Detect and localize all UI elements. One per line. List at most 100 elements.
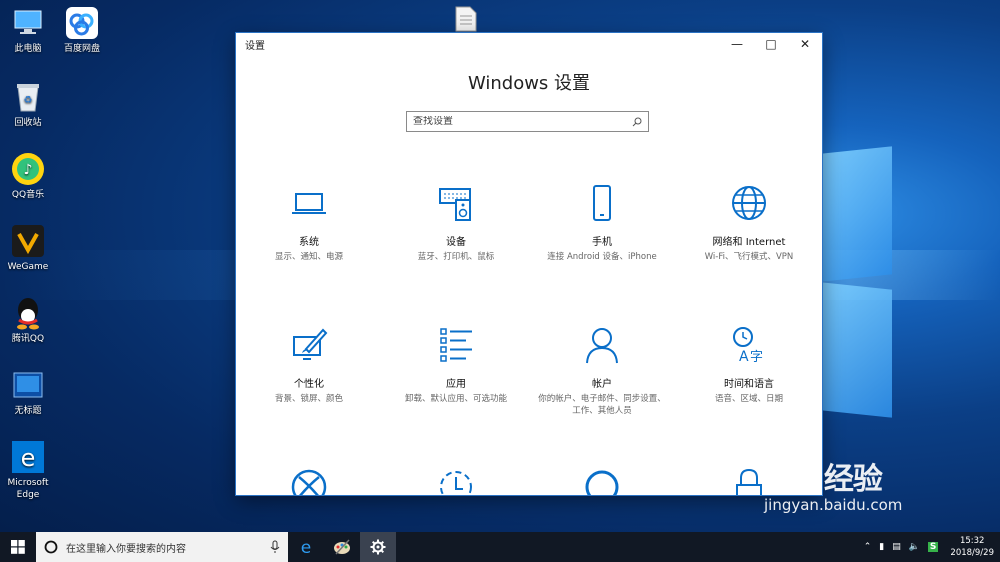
apps-list-icon <box>440 328 472 362</box>
lock-icon <box>736 468 762 495</box>
search-input[interactable] <box>413 116 632 127</box>
category-title: 设备 <box>446 237 466 248</box>
category-time-language[interactable]: A字 时间和语言 语音、区域、日期 <box>676 325 822 405</box>
desktop-icon-edge[interactable]: e Microsoft Edge <box>0 440 56 501</box>
microphone-icon[interactable] <box>270 540 280 554</box>
category-desc: 显示、通知、电源 <box>274 252 343 262</box>
svg-text:♪: ♪ <box>24 162 33 178</box>
clock-date: 2018/9/29 <box>950 548 994 558</box>
cortana-icon <box>585 470 619 495</box>
search-icon <box>632 117 642 126</box>
desktop-icon-untitled[interactable]: 无标题 <box>0 368 56 417</box>
time-language-icon: A字 <box>733 327 763 365</box>
document-file-icon[interactable] <box>455 6 477 32</box>
minimize-button[interactable]: — <box>720 37 754 51</box>
category-desc: 卸载、默认应用、可选功能 <box>404 394 507 404</box>
window-titlebar[interactable]: 设置 — □ ✕ <box>236 33 822 55</box>
category-apps[interactable]: 应用 卸载、默认应用、可选功能 <box>383 325 529 405</box>
chevron-up-icon[interactable]: ⌃ <box>864 542 872 552</box>
desktop-icon-label: Microsoft Edge <box>7 478 49 500</box>
desktop-icon-qq[interactable]: 腾讯QQ <box>0 296 56 345</box>
baidu-netdisk-icon <box>66 7 98 39</box>
category-desc: 语音、区域、日期 <box>714 394 783 404</box>
desktop-icon-label: QQ音乐 <box>11 190 45 200</box>
input-method-icon[interactable]: S <box>927 542 939 552</box>
desktop-icon-this-pc[interactable]: 此电脑 <box>0 6 56 55</box>
svg-text:字: 字 <box>750 350 763 365</box>
category-desc: 背景、锁屏、颜色 <box>274 394 343 404</box>
qq-icon <box>17 298 39 330</box>
category-title: 帐户 <box>592 379 612 390</box>
settings-search-box[interactable] <box>406 111 649 132</box>
xbox-icon <box>291 469 327 495</box>
category-system[interactable]: 系统 显示、通知、电源 <box>236 183 382 263</box>
category-desc: 蓝牙、打印机、鼠标 <box>417 252 495 262</box>
qq-music-icon: ♪ <box>12 153 44 185</box>
category-desc: 连接 Android 设备、iPhone <box>547 252 657 262</box>
windows-logo-icon <box>11 540 25 554</box>
devices-icon <box>439 188 471 221</box>
computer-icon <box>14 10 42 34</box>
volume-icon[interactable]: 🔈 <box>909 542 920 552</box>
category-desc: 你的帐户、电子邮件、同步设置、工作、其他人员 <box>538 394 666 416</box>
desktop-icon-wegame[interactable]: WeGame <box>0 224 56 273</box>
phone-icon <box>593 185 611 221</box>
desktop-icon-baidu-netdisk[interactable]: 百度网盘 <box>54 6 110 55</box>
laptop-icon <box>292 193 326 214</box>
svg-text:e: e <box>301 538 311 556</box>
desktop-icon-label: WeGame <box>7 262 49 272</box>
taskbar: 在这里输入你要搜索的内容 e ⌃ ▮ ▤ 🔈 S 15:32 2018/9/29 <box>0 532 1000 562</box>
baidu-jingyan-watermark: Bai 经验 jingyan.baidu.com <box>764 454 902 514</box>
watermark-url: jingyan.baidu.com <box>764 496 903 514</box>
taskbar-search-box[interactable]: 在这里输入你要搜索的内容 <box>36 532 288 562</box>
category-title: 个性化 <box>294 379 324 390</box>
category-network[interactable]: 网络和 Internet Wi-Fi、飞行模式、VPN <box>676 183 822 263</box>
recycle-bin-icon: ♻ <box>17 84 39 112</box>
ease-of-access-icon <box>440 471 472 495</box>
wegame-icon <box>12 225 44 257</box>
maximize-button[interactable]: □ <box>754 37 788 51</box>
taskbar-edge-button[interactable]: e <box>288 532 324 562</box>
gear-icon <box>370 539 386 555</box>
desktop-icon-recycle-bin[interactable]: ♻ 回收站 <box>0 80 56 129</box>
taskbar-search-text: 在这里输入你要搜索的内容 <box>66 543 186 555</box>
category-title: 时间和语言 <box>724 379 774 390</box>
edge-icon: e <box>12 441 44 473</box>
desktop-icon-label: 此电脑 <box>14 44 42 54</box>
personalization-icon <box>293 328 328 360</box>
svg-text:e: e <box>21 444 36 472</box>
taskbar-settings-button[interactable] <box>360 532 396 562</box>
cortana-circle-icon <box>44 540 58 554</box>
close-button[interactable]: ✕ <box>788 37 822 51</box>
category-devices[interactable]: 设备 蓝牙、打印机、鼠标 <box>383 183 529 263</box>
paint-palette-icon <box>334 539 350 555</box>
desktop-icon-qq-music[interactable]: ♪ QQ音乐 <box>0 152 56 201</box>
settings-window: 设置 — □ ✕ Windows 设置 系统 显示、通知、电源 设备 蓝牙、打印… <box>236 33 822 495</box>
edge-icon: e <box>301 538 311 556</box>
clock[interactable]: 15:32 2018/9/29 <box>950 535 994 559</box>
category-cortana[interactable] <box>529 467 675 495</box>
wallpaper-windows-logo <box>822 146 892 420</box>
category-personalization[interactable]: 个性化 背景、锁屏、颜色 <box>236 325 382 405</box>
category-ease-of-access[interactable] <box>383 467 529 495</box>
category-title: 应用 <box>446 379 466 390</box>
system-tray: ⌃ ▮ ▤ 🔈 S 15:32 2018/9/29 <box>860 532 994 562</box>
globe-icon <box>732 186 766 220</box>
start-button[interactable] <box>0 532 36 562</box>
battery-icon[interactable]: ▮ <box>879 542 884 552</box>
svg-text:♻: ♻ <box>24 95 33 106</box>
category-title: 手机 <box>592 237 612 248</box>
network-icon[interactable]: ▤ <box>892 542 901 552</box>
untitled-file-icon <box>13 372 43 398</box>
page-title: Windows 设置 <box>467 73 591 94</box>
taskbar-paint-button[interactable] <box>324 532 360 562</box>
window-title: 设置 <box>245 40 265 52</box>
watermark-brand: Bai 经验 <box>764 462 883 497</box>
category-accounts[interactable]: 帐户 你的帐户、电子邮件、同步设置、工作、其他人员 <box>529 325 675 417</box>
desktop-icon-label: 腾讯QQ <box>11 334 45 344</box>
category-title: 系统 <box>299 237 319 248</box>
person-icon <box>586 328 618 364</box>
category-gaming[interactable] <box>236 467 382 495</box>
desktop-icon-label: 回收站 <box>14 118 42 128</box>
category-phone[interactable]: 手机 连接 Android 设备、iPhone <box>529 183 675 263</box>
